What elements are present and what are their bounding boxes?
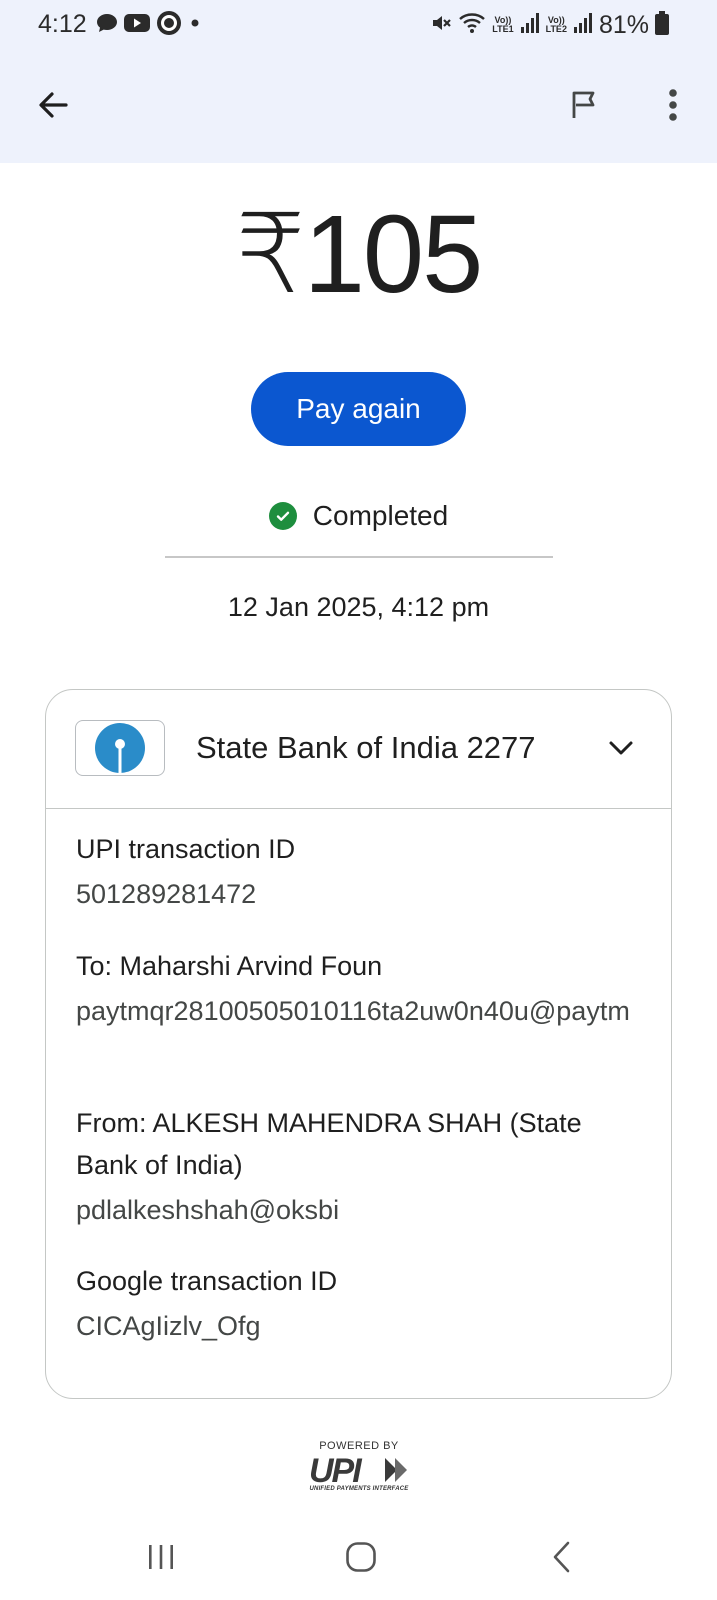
- status-bar: 4:12 Vo)) LTE1 Vo)) LTE2 81%: [0, 0, 717, 50]
- upi-logo-icon: UPI: [309, 1454, 407, 1486]
- system-nav-bar: [0, 1520, 717, 1600]
- detail-label: From: ALKESH MAHENDRA SHAH (State Bank o…: [76, 1108, 582, 1180]
- bank-account-name: State Bank of India 2277: [196, 730, 536, 765]
- arrow-back-icon: [39, 92, 68, 118]
- flag-icon: [572, 91, 595, 118]
- app-bar: [0, 60, 717, 150]
- transaction-datetime: 12 Jan 2025, 4:12 pm: [227, 592, 490, 622]
- expand-button[interactable]: [603, 730, 639, 766]
- detail-label: To: Maharshi Arvind Foun: [76, 951, 383, 981]
- divider: [165, 556, 553, 558]
- pay-again-button[interactable]: Pay again: [251, 372, 466, 446]
- sender-details: From: ALKESH MAHENDRA SHAH (State Bank o…: [76, 1102, 636, 1234]
- detail-label: Google transaction ID: [76, 1266, 338, 1296]
- transaction-status: Completed: [0, 500, 717, 532]
- detail-label: UPI transaction ID: [76, 834, 296, 864]
- chevron-down-icon: [609, 741, 633, 755]
- upi-transaction-id: UPI transaction ID 501289281472: [76, 828, 636, 918]
- detail-value[interactable]: pdlalkeshshah@oksbi: [76, 1186, 636, 1234]
- system-icons: Vo)) LTE1 Vo)) LTE2 81%: [430, 10, 669, 40]
- bank-logo: [75, 720, 165, 776]
- bank-account-row[interactable]: State Bank of India 2277: [46, 690, 671, 809]
- sbi-logo-icon: [95, 723, 145, 773]
- wifi-icon: [458, 11, 486, 40]
- more-options-button[interactable]: [650, 82, 696, 128]
- battery-percent: 81%: [598, 10, 649, 39]
- chat-bubble-icon: [96, 13, 118, 38]
- signal-sim1-icon: [520, 12, 540, 39]
- sim1-volte-indicator: Vo)) LTE1: [492, 15, 514, 34]
- upi-branding: POWERED BY UPI UNIFIED PAYMENTS INTERFAC…: [300, 1440, 418, 1500]
- battery-icon: [655, 10, 669, 40]
- youtube-icon: [124, 13, 150, 38]
- check-circle-icon: [268, 502, 297, 530]
- ring-app-icon: [156, 10, 182, 41]
- amount: ₹105: [235, 193, 484, 316]
- recent-apps-button[interactable]: [131, 1532, 191, 1582]
- report-button[interactable]: [561, 82, 607, 128]
- powered-by-text: POWERED BY: [319, 1440, 399, 1452]
- home-button[interactable]: [331, 1532, 391, 1582]
- detail-value: 501289281472: [76, 879, 257, 909]
- dot-icon: [188, 16, 202, 35]
- status-time: 4:12: [38, 10, 87, 38]
- signal-sim2-icon: [573, 12, 593, 39]
- chevron-left-icon: [553, 1541, 570, 1573]
- detail-value: CICAgIizlv_Ofg: [76, 1311, 261, 1341]
- detail-value[interactable]: paytmqr28100505010116ta2uw0n40u@paytm: [76, 987, 636, 1035]
- notification-icons: [96, 10, 202, 41]
- system-back-button[interactable]: [532, 1532, 592, 1582]
- home-icon: [346, 1542, 376, 1572]
- mute-icon: [430, 12, 452, 39]
- sim2-volte-indicator: Vo)) LTE2: [545, 15, 567, 34]
- back-button[interactable]: [30, 82, 76, 128]
- more-vertical-icon: [669, 89, 677, 121]
- transaction-details-card: State Bank of India 2277 UPI transaction…: [45, 689, 672, 1399]
- google-transaction-id: Google transaction ID CICAgIizlv_Ofg: [76, 1260, 636, 1350]
- upi-tagline: UNIFIED PAYMENTS INTERFACE: [309, 1486, 409, 1492]
- recipient-details: To: Maharshi Arvind Foun paytmqr28100505…: [76, 945, 636, 1035]
- svg-text:UPI: UPI: [309, 1454, 363, 1486]
- status-text: Completed: [312, 500, 449, 531]
- recent-apps-icon: [149, 1545, 173, 1569]
